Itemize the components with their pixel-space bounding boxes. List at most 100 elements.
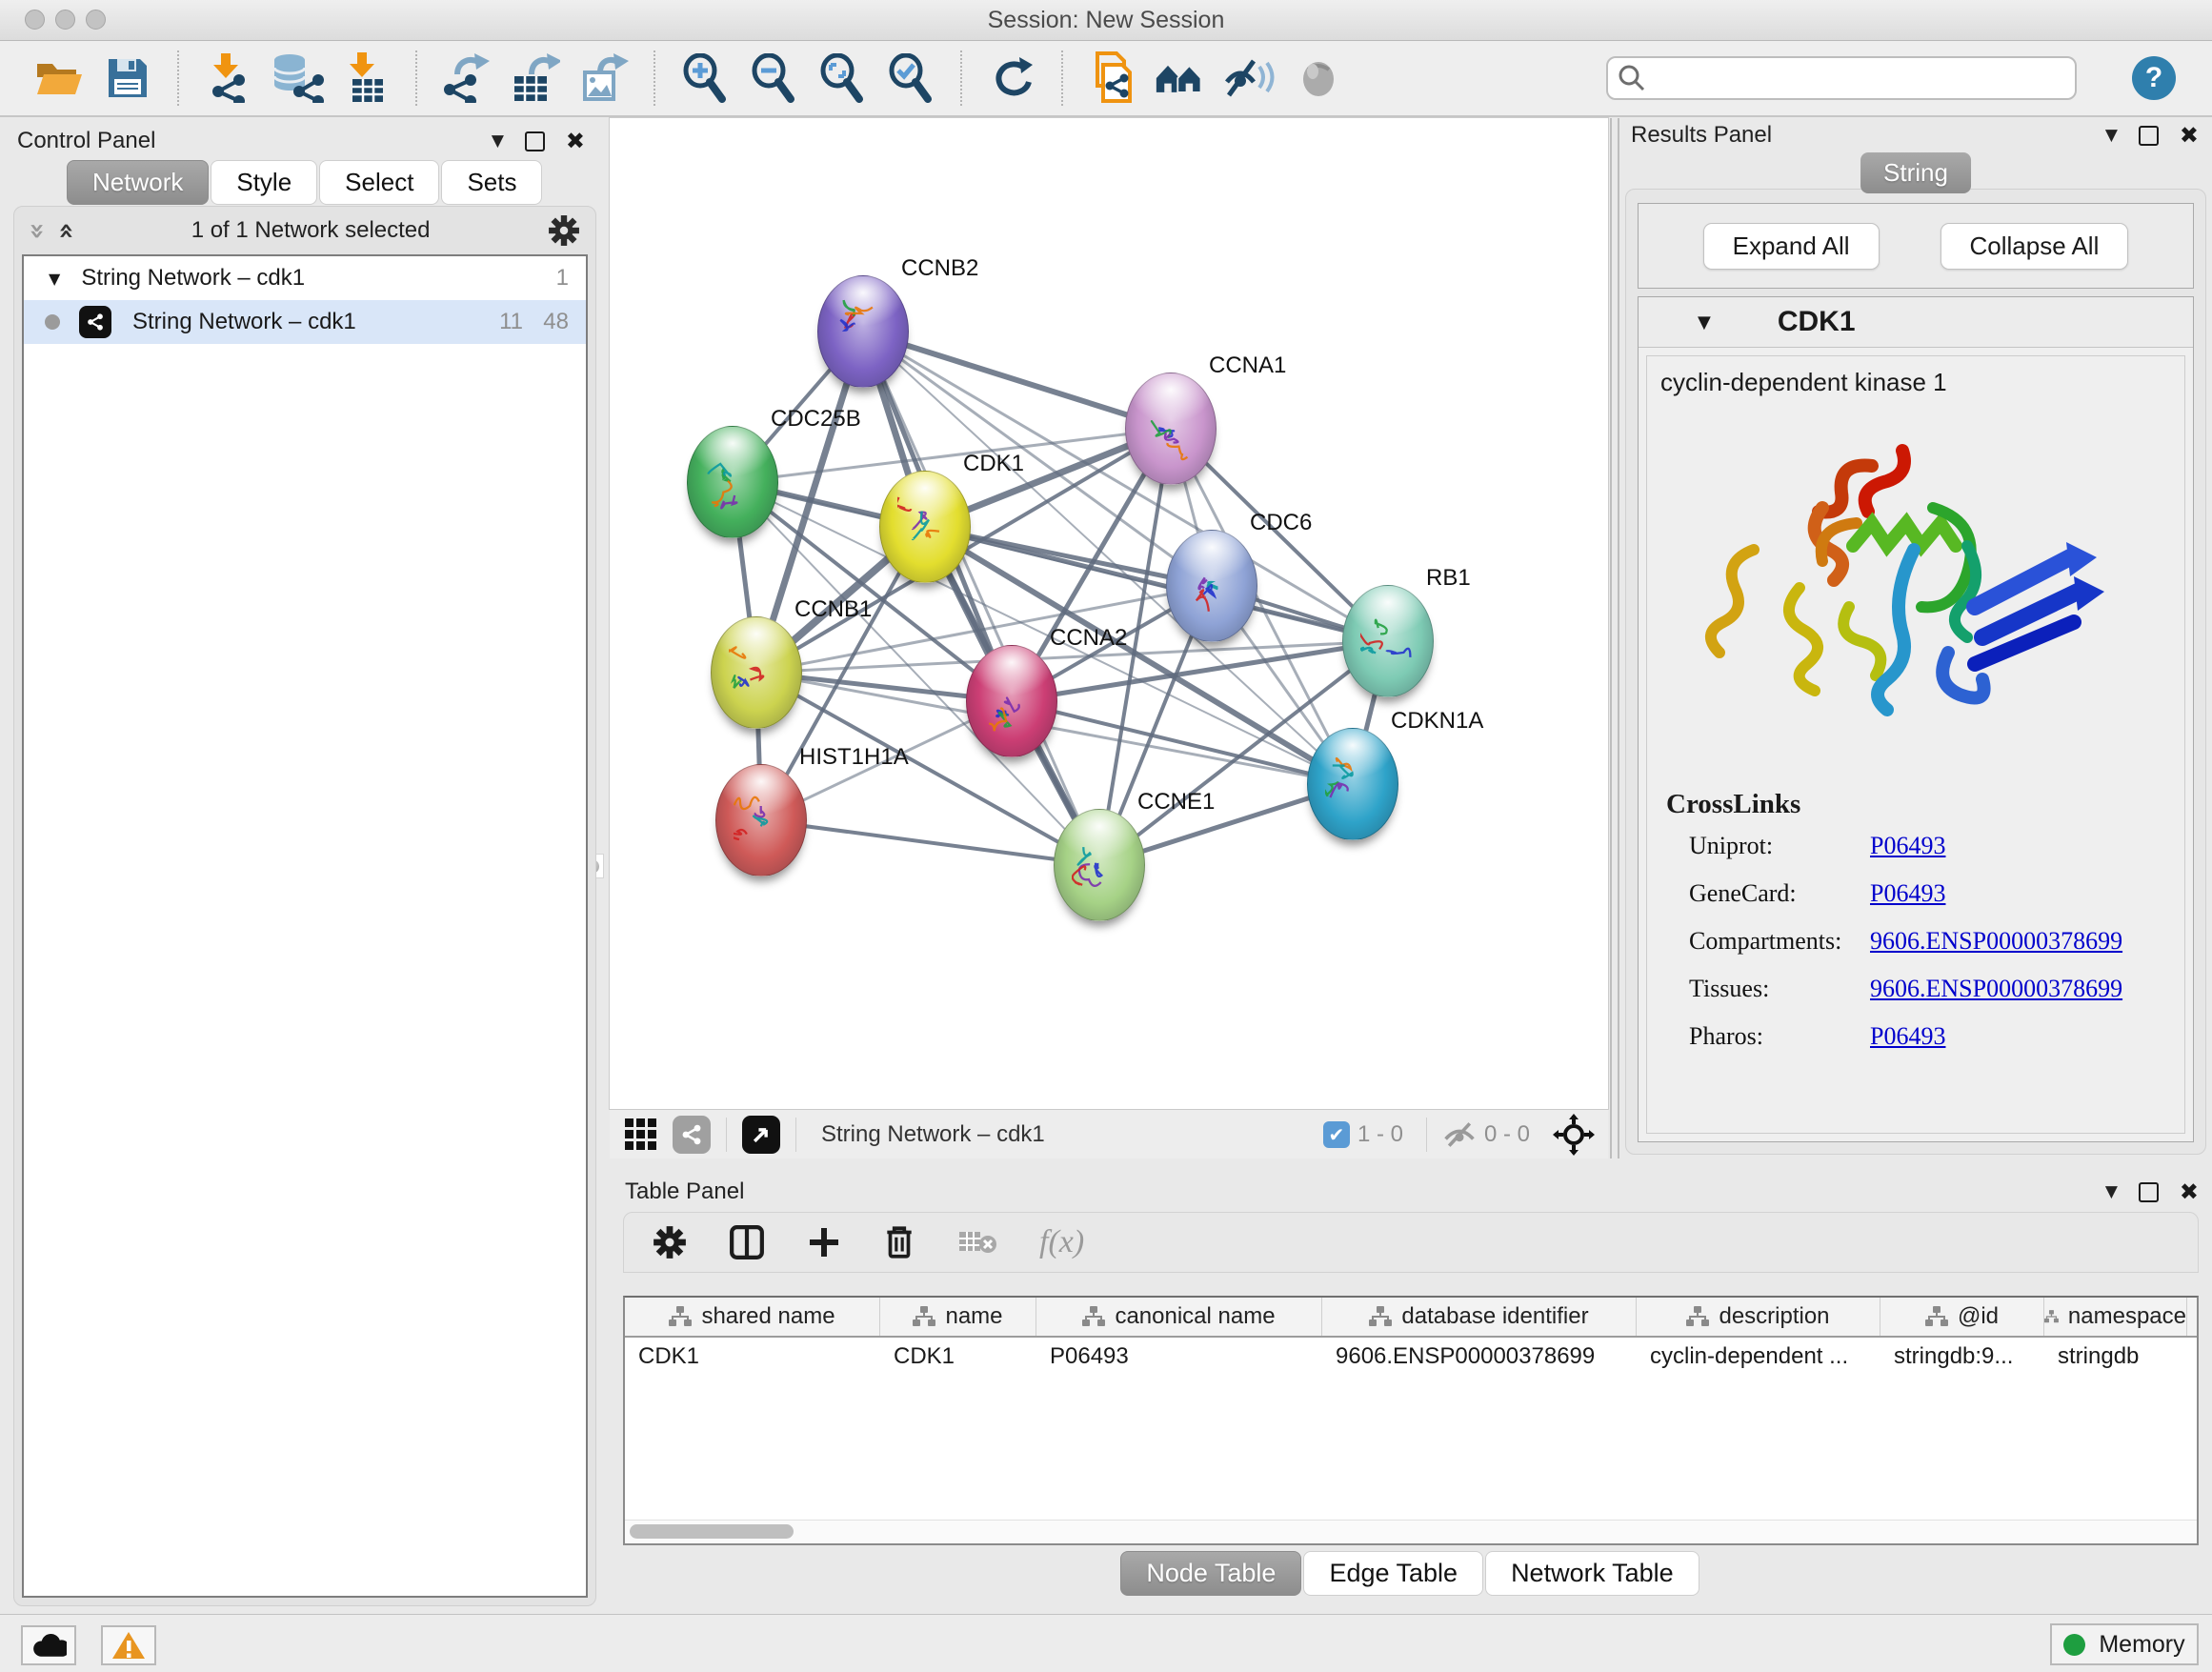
- column-header-shared-name[interactable]: shared name: [625, 1298, 880, 1336]
- selected-checkbox-icon[interactable]: ✔: [1323, 1121, 1350, 1148]
- collapse-tree-icon[interactable]: ▼: [49, 270, 60, 288]
- maximize-window-icon[interactable]: [86, 10, 106, 30]
- clone-network-button[interactable]: [1086, 51, 1139, 105]
- table-horizontal-scrollbar[interactable]: [625, 1520, 2197, 1543]
- network-node-ccna2[interactable]: [966, 645, 1057, 757]
- show-eye-button[interactable]: [1292, 51, 1345, 105]
- column-header-name[interactable]: name: [880, 1298, 1036, 1336]
- panel-float-icon[interactable]: ▼: [492, 131, 504, 151]
- close-window-icon[interactable]: [25, 10, 45, 30]
- results-panel-divider[interactable]: [1610, 118, 1619, 1158]
- save-session-button[interactable]: [101, 51, 154, 105]
- scrollbar-thumb[interactable]: [630, 1524, 794, 1539]
- entry-description: cyclin-dependent kinase 1: [1660, 368, 2171, 397]
- tab-network-table[interactable]: Network Table: [1485, 1551, 1699, 1596]
- import-network-file-button[interactable]: [202, 51, 255, 105]
- column-header--id[interactable]: @id: [1880, 1298, 2044, 1336]
- crosslink-link[interactable]: 9606.ENSP00000378699: [1870, 975, 2122, 1003]
- table-settings-gear-icon[interactable]: [653, 1225, 687, 1259]
- crosslink-link[interactable]: P06493: [1870, 832, 1945, 860]
- add-column-icon[interactable]: [807, 1225, 841, 1259]
- column-header-canonical-name[interactable]: canonical name: [1036, 1298, 1322, 1336]
- network-canvas[interactable]: CCNB2CCNA1CDC25BCDK1CDC6RB1CCNB1CCNA2CDK…: [610, 118, 1608, 1109]
- tab-select[interactable]: Select: [319, 160, 439, 205]
- network-node-cdkn1a[interactable]: [1307, 728, 1398, 840]
- tab-string[interactable]: String: [1860, 152, 1971, 193]
- toolbar-separator: [654, 50, 655, 106]
- delete-column-icon[interactable]: [883, 1224, 915, 1260]
- network-collection-row[interactable]: ▼ String Network – cdk1 1: [24, 256, 586, 300]
- panel-close-icon[interactable]: ✖: [566, 128, 585, 154]
- network-node-ccnb1[interactable]: [711, 616, 802, 729]
- column-header-namespace[interactable]: namespace: [2044, 1298, 2187, 1336]
- panel-close-icon[interactable]: ✖: [2180, 122, 2199, 149]
- zoom-in-button[interactable]: [678, 51, 732, 105]
- hide-selected-button[interactable]: [1223, 51, 1277, 105]
- open-session-button[interactable]: [32, 51, 86, 105]
- crosslink-link[interactable]: P06493: [1870, 879, 1945, 908]
- tab-sets[interactable]: Sets: [441, 160, 542, 205]
- panel-float-icon[interactable]: ▼: [2105, 126, 2118, 145]
- crosslink-row: Uniprot:P06493: [1689, 832, 2171, 860]
- table-row[interactable]: CDK1CDK1P064939606.ENSP00000378699cyclin…: [625, 1338, 2197, 1376]
- help-button[interactable]: ?: [2132, 56, 2176, 100]
- delete-table-icon[interactable]: [957, 1228, 997, 1257]
- crosslink-link[interactable]: P06493: [1870, 1022, 1945, 1051]
- cloud-status-button[interactable]: [21, 1625, 76, 1665]
- tab-node-table[interactable]: Node Table: [1120, 1551, 1301, 1596]
- export-table-button[interactable]: [509, 51, 562, 105]
- network-row-selected[interactable]: String Network – cdk1 11 48: [24, 300, 586, 344]
- panel-maximize-icon[interactable]: [2139, 126, 2159, 146]
- hidden-eye-icon[interactable]: [1442, 1121, 1477, 1148]
- network-node-hist1h1a[interactable]: [715, 764, 807, 876]
- show-columns-icon[interactable]: [729, 1224, 765, 1260]
- collapse-entry-icon[interactable]: ▼: [1698, 312, 1711, 332]
- minimize-window-icon[interactable]: [55, 10, 75, 30]
- network-node-ccne1[interactable]: [1054, 809, 1145, 921]
- network-node-rb1[interactable]: [1342, 585, 1434, 697]
- column-header-database-identifier[interactable]: database identifier: [1322, 1298, 1637, 1336]
- tab-edge-table[interactable]: Edge Table: [1303, 1551, 1483, 1596]
- collapse-all-button[interactable]: Collapse All: [1941, 223, 2129, 270]
- zoom-selected-button[interactable]: [884, 51, 937, 105]
- search-input[interactable]: [1606, 56, 2077, 100]
- show-all-networks-button[interactable]: [1155, 51, 1208, 105]
- window-titlebar: Session: New Session: [0, 0, 2212, 41]
- gear-icon[interactable]: [548, 214, 580, 247]
- panel-maximize-icon[interactable]: [525, 131, 545, 151]
- network-node-ccnb2[interactable]: [817, 275, 909, 388]
- control-panel-tabs: NetworkStyleSelectSets: [67, 160, 544, 205]
- entry-header[interactable]: ▼ CDK1: [1639, 297, 2193, 348]
- tab-style[interactable]: Style: [211, 160, 317, 205]
- fit-content-crosshair-icon[interactable]: [1553, 1114, 1595, 1156]
- network-node-cdk1[interactable]: [879, 471, 971, 583]
- crosslinks-title: CrossLinks: [1666, 789, 2171, 820]
- zoom-out-button[interactable]: [747, 51, 800, 105]
- panel-float-icon[interactable]: ▼: [2105, 1182, 2118, 1201]
- birds-eye-view-icon[interactable]: [623, 1117, 659, 1153]
- node-label: CCNE1: [1137, 789, 1215, 816]
- network-share-toggle[interactable]: [673, 1116, 711, 1154]
- network-node-ccna1[interactable]: [1125, 373, 1217, 485]
- network-node-cdc25b[interactable]: [687, 426, 778, 538]
- memory-button[interactable]: Memory: [2050, 1623, 2199, 1665]
- table-panel-splitter[interactable]: [610, 1158, 2212, 1174]
- network-node-cdc6[interactable]: [1166, 530, 1257, 642]
- export-image-button[interactable]: [577, 51, 631, 105]
- detach-view-button[interactable]: [742, 1116, 780, 1154]
- function-builder-button[interactable]: f(x): [1039, 1224, 1084, 1260]
- node-label: CDK1: [963, 451, 1024, 477]
- import-network-database-button[interactable]: [271, 51, 324, 105]
- column-header-description[interactable]: description: [1637, 1298, 1880, 1336]
- import-table-file-button[interactable]: [339, 51, 392, 105]
- expand-all-button[interactable]: Expand All: [1703, 223, 1880, 270]
- warnings-button[interactable]: [101, 1625, 156, 1665]
- panel-maximize-icon[interactable]: [2139, 1182, 2159, 1202]
- crosslink-link[interactable]: 9606.ENSP00000378699: [1870, 927, 2122, 956]
- collapse-all-tree-icon[interactable]: »: [50, 222, 81, 239]
- zoom-fit-button[interactable]: [815, 51, 869, 105]
- refresh-button[interactable]: [985, 51, 1038, 105]
- tab-network[interactable]: Network: [67, 160, 209, 205]
- export-network-button[interactable]: [440, 51, 493, 105]
- panel-close-icon[interactable]: ✖: [2180, 1178, 2199, 1205]
